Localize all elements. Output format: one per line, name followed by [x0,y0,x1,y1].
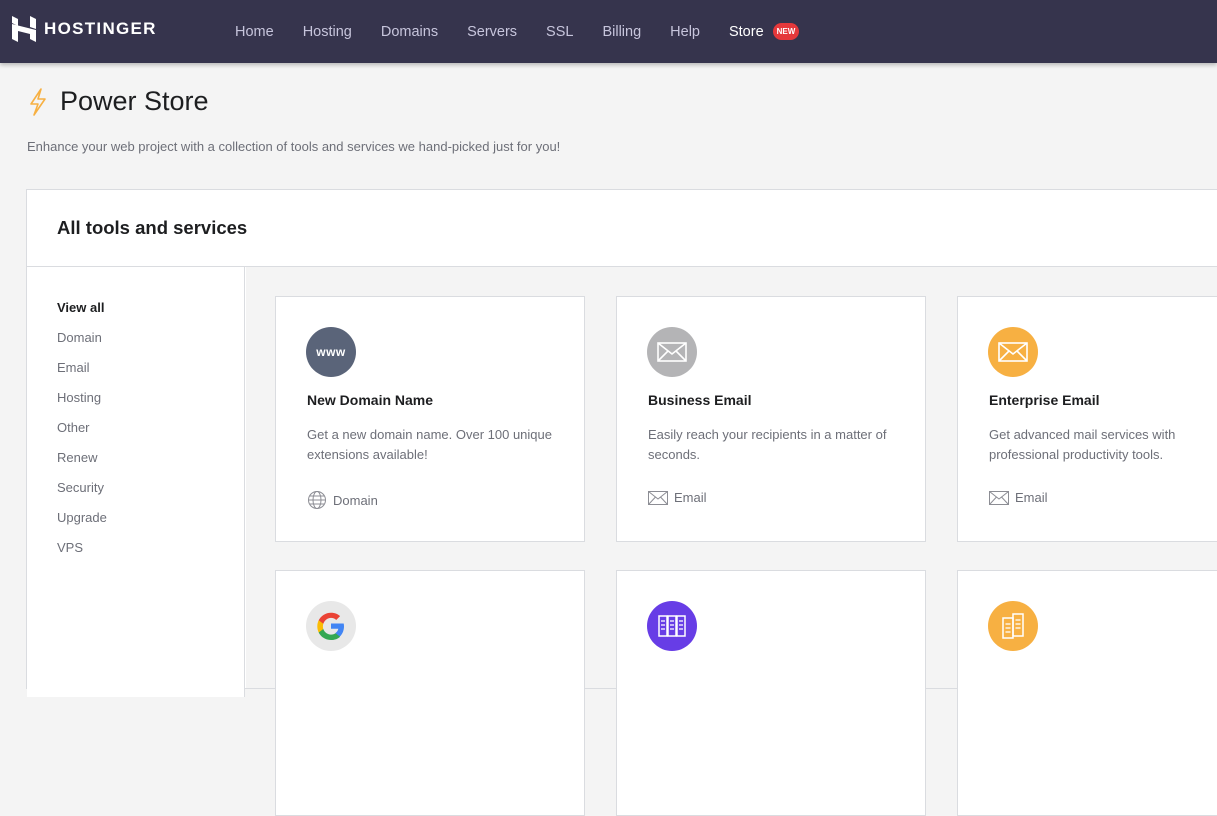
nav-home[interactable]: Home [235,24,274,40]
category-domain[interactable]: Domain [57,330,244,360]
hostinger-logo-icon [12,16,36,42]
envelope-small-icon [989,490,1009,505]
category-sidebar: View all Domain Email Hosting Other Rene… [27,267,245,697]
category-renew[interactable]: Renew [57,450,244,480]
nav-ssl[interactable]: SSL [546,24,573,40]
product-name: New Domain Name [307,392,434,408]
category-vps[interactable]: VPS [57,540,244,570]
product-card-business-email[interactable]: Business Email Easily reach your recipie… [616,296,926,542]
brand-name: HOSTINGER [44,19,157,38]
product-category-label: Domain [333,492,378,508]
product-card-google[interactable] [275,570,585,816]
tools-panel: All tools and services View all Domain E… [26,189,1217,816]
panel-header: All tools and services [27,190,1217,267]
globe-icon [308,491,326,509]
product-category-label: Email [1015,490,1048,505]
envelope-icon [647,327,697,377]
category-list: View all Domain Email Hosting Other Rene… [27,267,244,570]
category-other[interactable]: Other [57,420,244,450]
nav-help[interactable]: Help [670,24,700,40]
server-icon [647,601,697,651]
www-icon: www [306,327,356,377]
product-grid: www New Domain Name Get a new domain nam… [246,267,1217,816]
server-icon [988,601,1038,651]
category-hosting[interactable]: Hosting [57,390,244,420]
page-title: Power Store [60,86,209,116]
nav-store[interactable]: Store NEW [728,23,800,40]
product-description: Get a new domain name. Over 100 unique e… [307,427,552,462]
brand[interactable]: HOSTINGER [12,15,157,43]
product-category: Domain [307,490,378,510]
envelope-icon [988,327,1038,377]
lightning-bolt-icon [30,87,46,116]
nav-hosting[interactable]: Hosting [303,24,352,40]
product-description: Easily reach your recipients in a matter… [648,427,887,462]
top-navbar: HOSTINGER Home Hosting Domains Servers S… [0,0,1217,63]
main-nav: Home Hosting Domains Servers SSL Billing… [235,0,828,63]
category-email[interactable]: Email [57,360,244,390]
product-card-enterprise-email[interactable]: Enterprise Email Get advanced mail servi… [957,296,1217,542]
envelope-small-icon [648,490,668,505]
product-card-new-domain[interactable]: www New Domain Name Get a new domain nam… [275,296,585,542]
category-security[interactable]: Security [57,480,244,510]
panel-title: All tools and services [57,217,248,238]
nav-domains[interactable]: Domains [381,24,438,40]
product-name: Business Email [648,392,752,408]
product-description: Get advanced mail services with professi… [989,427,1176,462]
new-badge: NEW [772,23,800,40]
nav-store-label: Store [728,23,764,40]
product-category: Email [648,490,707,505]
page-subtitle: Enhance your web project with a collecti… [27,139,561,154]
product-category: Email [989,490,1048,505]
product-category-label: Email [674,490,707,505]
google-icon [306,601,356,651]
nav-billing[interactable]: Billing [602,24,641,40]
nav-servers[interactable]: Servers [467,24,517,40]
product-card-server-purple[interactable] [616,570,926,816]
product-card-server-orange[interactable] [957,570,1217,816]
www-icon-text: www [316,345,346,359]
product-name: Enterprise Email [989,392,1100,408]
category-upgrade[interactable]: Upgrade [57,510,244,540]
page-header: Power Store [27,86,209,117]
category-view-all[interactable]: View all [57,300,244,330]
